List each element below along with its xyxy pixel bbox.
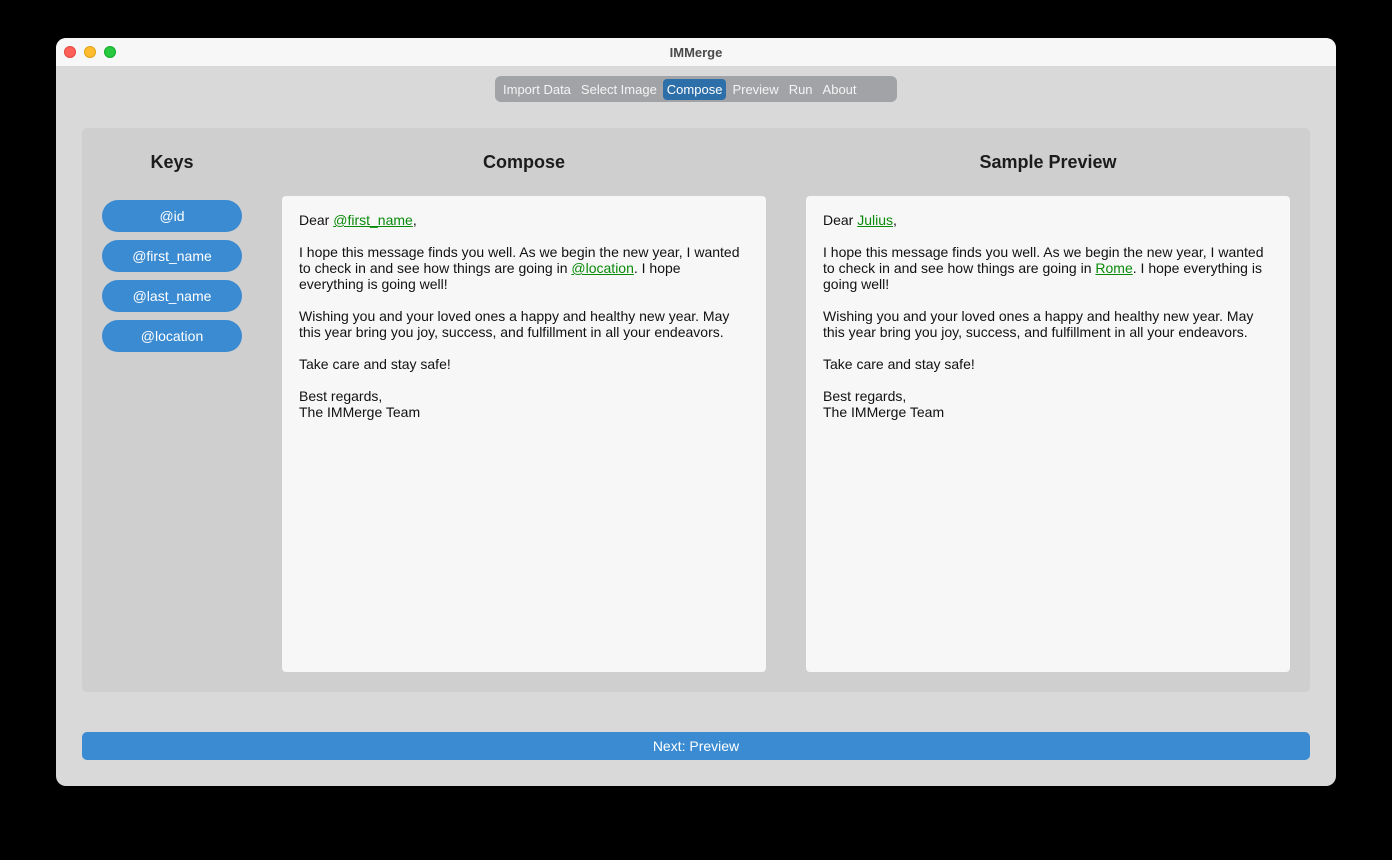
key-button-id[interactable]: @id bbox=[102, 200, 242, 232]
greeting-text: Dear bbox=[823, 212, 858, 228]
tab-import-data[interactable]: Import Data bbox=[499, 79, 575, 100]
compose-token-first-name: @first_name bbox=[333, 212, 413, 228]
preview-paragraph-1: I hope this message finds you well. As w… bbox=[823, 244, 1273, 292]
compose-paragraph-2: Wishing you and your loved ones a happy … bbox=[299, 308, 730, 340]
preview-paragraph-2: Wishing you and your loved ones a happy … bbox=[823, 308, 1254, 340]
compose-editor[interactable]: Dear @first_name, I hope this message fi… bbox=[282, 196, 766, 672]
key-button-first-name[interactable]: @first_name bbox=[102, 240, 242, 272]
app-window: IMMerge Import Data Select Image Compose… bbox=[56, 38, 1336, 786]
tab-select-image[interactable]: Select Image bbox=[577, 79, 661, 100]
greeting-suffix: , bbox=[412, 212, 417, 228]
compose-signoff: Best regards, The IMMerge Team bbox=[299, 388, 749, 420]
compose-title: Compose bbox=[482, 152, 565, 172]
signoff-line: Best regards, bbox=[823, 388, 907, 404]
title-bar: IMMerge bbox=[56, 38, 1336, 67]
signoff-line: Best regards, bbox=[299, 388, 383, 404]
preview-signoff: Best regards, The IMMerge Team bbox=[823, 388, 1273, 420]
tab-about[interactable]: About bbox=[819, 79, 861, 100]
compose-greeting: Dear @first_name, bbox=[299, 212, 749, 228]
compose-paragraph-3: Take care and stay safe! bbox=[299, 356, 451, 372]
signoff-line: The IMMerge Team bbox=[823, 404, 945, 420]
preview-value-first-name: Julius bbox=[857, 212, 894, 228]
greeting-suffix: , bbox=[893, 212, 897, 228]
tab-compose[interactable]: Compose bbox=[662, 78, 727, 100]
next-preview-button[interactable]: Next: Preview bbox=[82, 732, 1310, 760]
key-button-last-name[interactable]: @last_name bbox=[102, 280, 242, 312]
compose-token-location: @location bbox=[571, 260, 634, 276]
preview-paragraph-3: Take care and stay safe! bbox=[823, 356, 975, 372]
signoff-line: The IMMerge Team bbox=[299, 404, 421, 420]
greeting-text: Dear bbox=[299, 212, 334, 228]
tab-preview[interactable]: Preview bbox=[728, 79, 782, 100]
key-button-location[interactable]: @location bbox=[102, 320, 242, 352]
preview-greeting: Dear Julius, bbox=[823, 212, 1273, 228]
main-panel: Keys Compose Sample Preview @id @first_n… bbox=[82, 128, 1310, 692]
window-title: IMMerge bbox=[669, 45, 723, 60]
compose-paragraph-1: I hope this message finds you well. As w… bbox=[299, 244, 749, 292]
tab-run[interactable]: Run bbox=[785, 79, 817, 100]
sample-preview-title: Sample Preview bbox=[979, 152, 1117, 172]
keys-title: Keys bbox=[150, 152, 194, 172]
tab-bar: Import Data Select Image Compose Preview… bbox=[495, 76, 897, 102]
sample-preview-box: Dear Julius, I hope this message finds y… bbox=[806, 196, 1290, 672]
preview-value-location: Rome bbox=[1095, 260, 1133, 276]
